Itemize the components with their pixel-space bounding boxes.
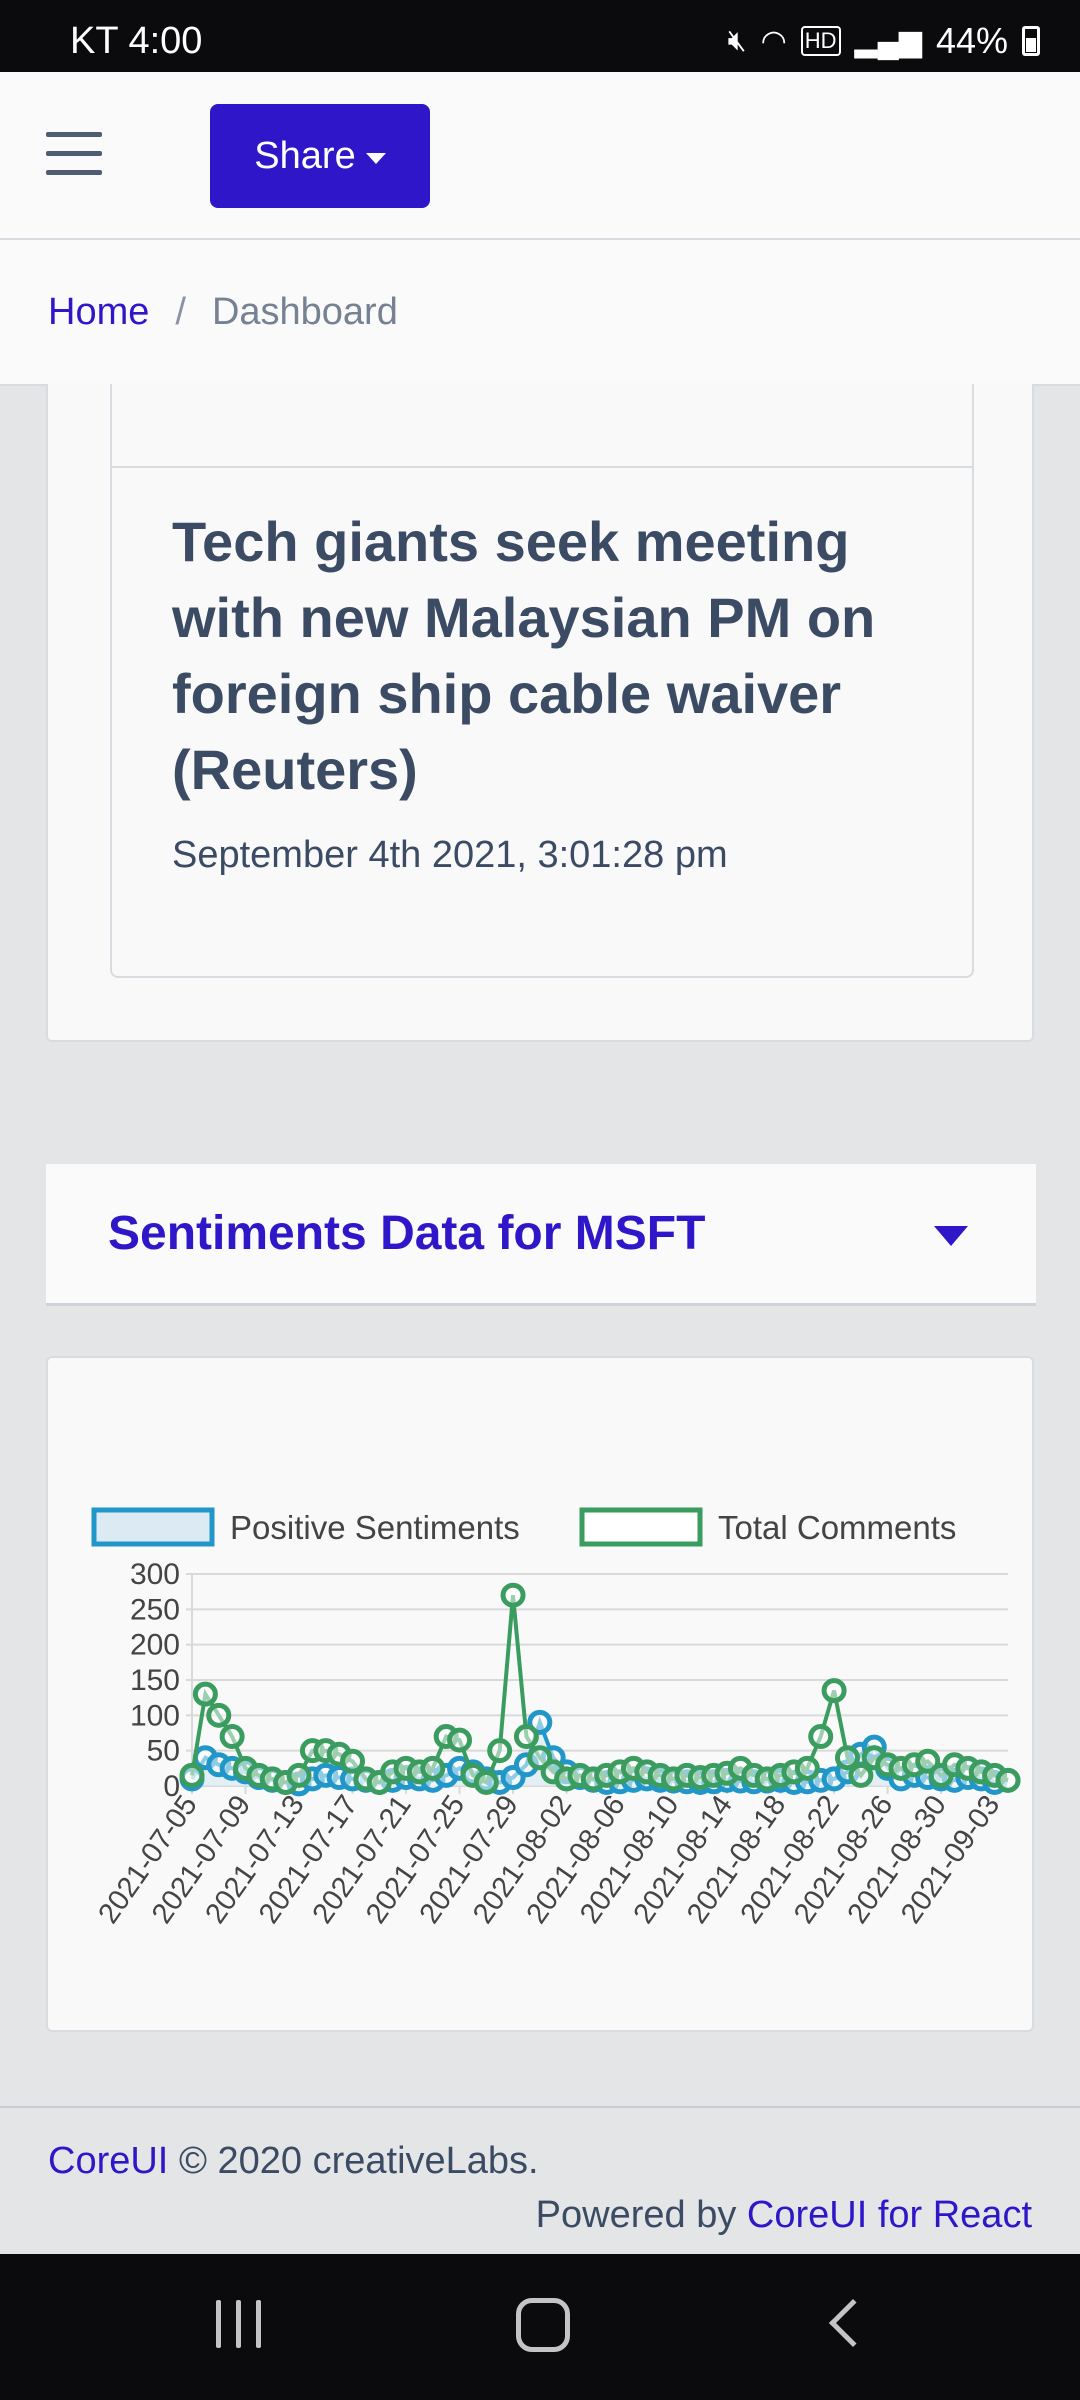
battery-icon [1022, 26, 1040, 56]
data-point [192, 1681, 218, 1707]
hamburger-icon[interactable] [46, 132, 102, 176]
status-bar: KT 4:00 🔇︎ ◠ HD ▂▄▆ 44% [0, 0, 1080, 72]
breadcrumb-home-link[interactable]: Home [48, 291, 149, 334]
data-point [487, 1738, 513, 1764]
data-point [513, 1724, 539, 1750]
footer-copyright-line: CoreUI © 2020 creativeLabs. [48, 2140, 539, 2183]
recents-icon[interactable] [216, 2300, 266, 2348]
mute-icon: 🔇︎ [727, 24, 747, 57]
y-tick-label: 100 [130, 1699, 180, 1732]
clock: 4:00 [128, 20, 203, 62]
news-date: September 4th 2021, 3:01:28 pm [172, 834, 728, 876]
carrier-label: KT [70, 20, 118, 62]
status-right: 🔇︎ ◠ HD ▂▄▆ 44% [728, 20, 1040, 62]
y-tick-label: 300 [130, 1558, 180, 1591]
share-label: Share [254, 134, 356, 177]
data-point [286, 1762, 312, 1788]
powered-by-text: Powered by [535, 2194, 737, 2236]
footer-powered-line: Powered by CoreUI for React [536, 2194, 1032, 2237]
hd-icon: HD [800, 26, 841, 56]
caret-down-icon [365, 152, 386, 164]
chart-card: 0 50 100 150 200 250 300 2021-07-05 2021-07-09 20… [46, 1356, 1034, 2032]
y-tick-label: 150 [130, 1664, 180, 1697]
sentiment-section-header[interactable]: Sentiments Data for MSFT [46, 1164, 1036, 1306]
data-point [821, 1678, 847, 1704]
legend-swatch [91, 1507, 215, 1547]
sentiment-chart: 0501001502002503002021-07-052021-07-0920… [91, 1507, 1021, 1930]
y-tick-label: 250 [130, 1593, 180, 1626]
copyright-text: © 2020 creativeLabs. [178, 2140, 539, 2182]
data-point [473, 1769, 499, 1795]
data-point [794, 1755, 820, 1781]
data-point [219, 1724, 245, 1750]
breadcrumb-separator: / [175, 290, 186, 333]
news-item[interactable]: Tech giants seek meeting with new Malays… [110, 384, 974, 978]
share-dropdown-button[interactable]: Share [210, 104, 430, 208]
data-point [206, 1702, 232, 1728]
data-point [420, 1755, 446, 1781]
data-point [995, 1767, 1021, 1793]
breadcrumb: Home / Dashboard [0, 240, 1080, 386]
data-point [500, 1582, 526, 1608]
y-tick-label: 200 [130, 1629, 180, 1662]
sentiment-section-title: Sentiments Data for MSFT [108, 1207, 706, 1260]
news-title[interactable]: Tech giants seek meeting with new Malays… [172, 504, 932, 808]
legend-swatch [579, 1507, 703, 1547]
coreui-link[interactable]: CoreUI [48, 2140, 168, 2182]
legend-label: Positive Sentiments [230, 1509, 520, 1546]
app-header: Share [0, 72, 1080, 240]
data-point [179, 1762, 205, 1788]
system-nav-bar [0, 2254, 1080, 2400]
breadcrumb-current: Dashboard [211, 290, 398, 333]
status-left: KT 4:00 [70, 20, 202, 63]
data-point [447, 1727, 473, 1753]
legend-label: Total Comments [718, 1509, 956, 1546]
news-card: Tech giants seek meeting with new Malays… [46, 384, 1034, 1042]
battery-percent: 44% [935, 20, 1008, 61]
footer: CoreUI © 2020 creativeLabs. Powered by C… [0, 2106, 1080, 2254]
y-tick-label: 50 [147, 1735, 180, 1768]
home-icon[interactable] [516, 2298, 570, 2352]
caret-down-icon[interactable] [934, 1226, 968, 1246]
data-point [808, 1724, 834, 1750]
back-icon[interactable] [828, 2298, 878, 2348]
card-divider [112, 466, 972, 468]
wifi-icon: ◠ [760, 24, 787, 58]
coreui-react-link[interactable]: CoreUI for React [747, 2194, 1032, 2236]
signal-icon: ▂▄▆ [854, 24, 922, 58]
